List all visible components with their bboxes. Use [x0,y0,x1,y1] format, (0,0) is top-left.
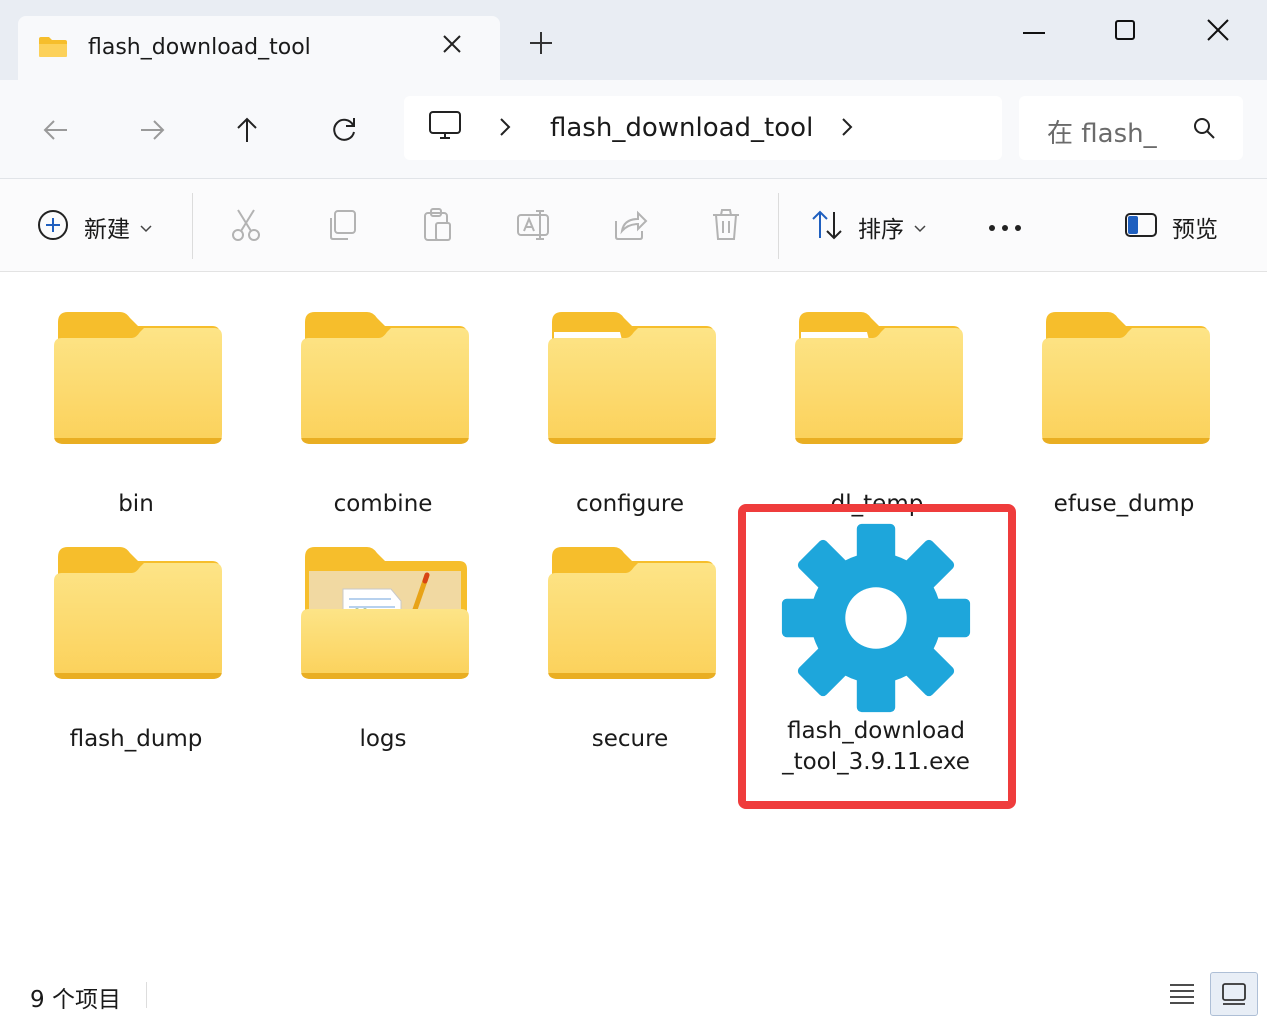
arrow-up-icon[interactable] [227,110,267,150]
close-icon[interactable] [1198,14,1238,46]
folder-icon [299,310,469,446]
status-divider [146,982,147,1008]
chevron-down-icon [140,218,152,237]
minimize-icon[interactable] [1014,14,1054,46]
maximize-icon[interactable] [1105,14,1145,46]
refresh-icon[interactable] [324,110,364,150]
copy-button[interactable] [324,207,360,247]
folder-icon [546,545,716,681]
tab-title: flash_download_tool [88,35,311,60]
search-icon[interactable] [1192,116,1216,144]
gear-icon [781,523,971,713]
more-icon [986,218,1024,237]
share-icon [612,207,648,247]
arrow-left-icon[interactable] [36,110,76,150]
item-label: bin [118,491,154,517]
close-icon[interactable] [441,33,463,61]
item-label: flash_download _tool_3.9.11.exe [756,716,996,778]
folder-icon [793,310,963,446]
paste-button[interactable] [420,207,456,247]
toolbar-divider [192,193,193,259]
new-button[interactable]: 新建 [36,207,152,247]
command-bar: 新建 排序 预览 [0,179,1267,272]
breadcrumb-segment[interactable]: flash_download_tool [550,113,813,143]
status-bar: 9 个项目 [0,962,1267,1020]
share-button[interactable] [612,207,648,247]
plus-icon[interactable] [528,30,554,64]
sort-button[interactable]: 排序 [810,207,926,247]
cut-button[interactable] [228,207,264,247]
add-circle-icon [36,208,70,246]
item-count: 9 个项目 [30,987,121,1013]
item-label: combine [333,491,433,517]
navigation-bar: flash_download_tool 在 flash_ [0,80,1267,179]
chevron-right-icon[interactable] [496,116,514,142]
item-label-line: _tool_3.9.11.exe [782,749,970,775]
folder-icon [52,310,222,446]
details-view-icon[interactable] [1158,972,1206,1016]
rename-button[interactable] [516,207,552,247]
search-box[interactable]: 在 flash_ [1019,96,1243,160]
more-button[interactable] [986,207,1024,247]
item-label: flash_dump [69,726,203,752]
preview-pane-icon [1124,212,1158,242]
rename-icon [516,207,552,247]
cut-icon [228,207,264,247]
this-pc-icon[interactable] [428,110,462,146]
tab-flash-download-tool[interactable]: flash_download_tool [18,16,500,84]
copy-icon [324,207,360,247]
folder-icon [1040,310,1210,446]
item-label-line: flash_download [787,718,965,744]
folder-icon [546,310,716,446]
item-label: secure [591,726,669,752]
chevron-right-icon[interactable] [838,116,856,142]
folder-icon [52,545,222,681]
preview-button[interactable]: 预览 [1124,207,1218,247]
title-bar: flash_download_tool [0,0,1267,84]
delete-icon [708,207,744,247]
preview-label: 预览 [1172,217,1218,243]
search-input[interactable]: 在 flash_ [1047,113,1157,150]
chevron-down-icon [914,218,926,237]
item-label: efuse_dump [1053,491,1195,517]
item-label: configure [575,491,685,517]
sort-label: 排序 [858,217,904,243]
toolbar-divider [778,193,779,259]
item-label: logs [359,726,407,752]
new-label: 新建 [84,217,130,243]
sort-icon [810,208,844,246]
folder-with-files-icon [299,545,469,681]
folder-icon [38,36,68,62]
delete-button[interactable] [708,207,744,247]
large-icons-view-icon[interactable] [1210,972,1258,1016]
arrow-right-icon[interactable] [132,110,172,150]
address-bar[interactable]: flash_download_tool [404,96,1002,160]
paste-icon [420,207,456,247]
